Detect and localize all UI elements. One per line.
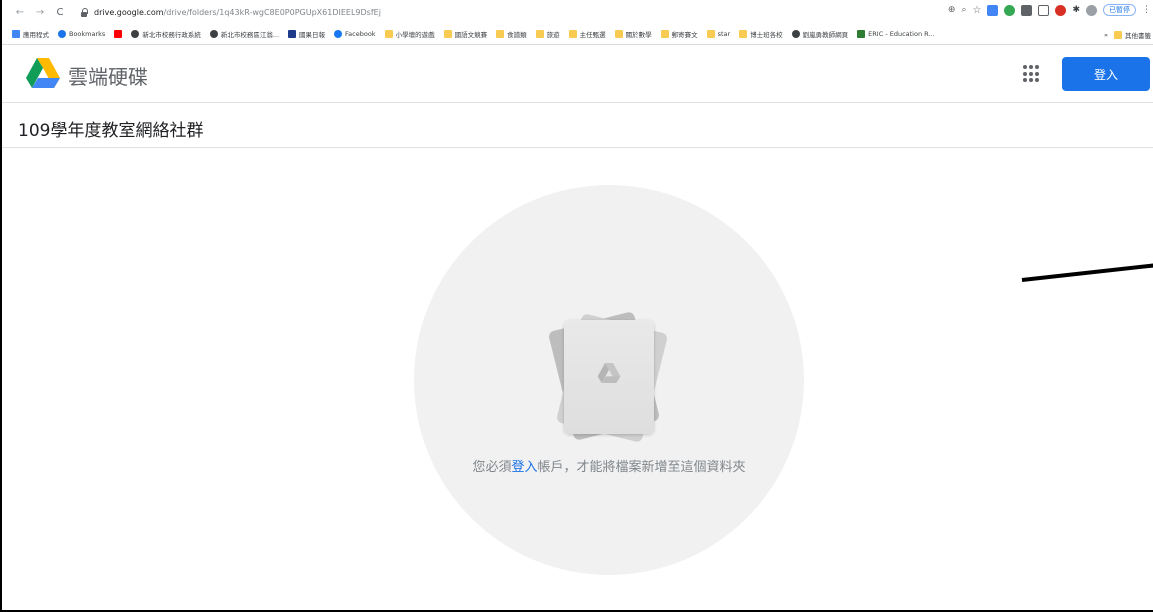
youtube-icon — [114, 30, 123, 38]
bookmark-label: ERIC - Education R... — [868, 30, 935, 38]
folder-icon — [660, 30, 669, 38]
newspaper-icon — [288, 30, 297, 38]
folder-icon — [1114, 30, 1122, 39]
folder-icon — [706, 30, 715, 38]
bookmark-item[interactable]: 郵寄賽文 — [660, 29, 698, 39]
browser-toolbar-right: ⊕ ⌕ ☆ ✱ 已暫停 ⋮ — [948, 4, 1151, 16]
other-bookmarks-label: 其他書籤 — [1125, 31, 1151, 40]
google-drive-logo-icon[interactable] — [26, 58, 60, 88]
folder-icon — [568, 30, 577, 38]
back-arrow-icon[interactable]: ← — [14, 7, 26, 18]
bookmark-label: 食譜類 — [507, 31, 527, 39]
bookmarks-more-button[interactable]: » — [1104, 31, 1108, 39]
globe-icon — [791, 30, 800, 38]
lock-icon — [80, 7, 88, 17]
bookmark-item[interactable]: 國語文競賽 — [443, 29, 488, 39]
bookmark-item[interactable] — [114, 30, 123, 38]
screenshot-frame: ← → C drive.google.com/drive/folders/1q4… — [0, 0, 1153, 612]
extension-outline-icon[interactable] — [1038, 4, 1050, 16]
google-apps-grid-icon[interactable] — [1023, 65, 1041, 83]
bookmark-label: 新北市校務行政系統 — [142, 31, 201, 39]
star-icon — [58, 30, 66, 38]
bookmark-label: 劉嵐勇教師網頁 — [802, 31, 849, 39]
facebook-icon — [334, 30, 343, 38]
apps-icon — [12, 30, 20, 38]
folder-icon — [496, 30, 505, 38]
bookmark-item[interactable]: 劉嵐勇教師網頁 — [791, 29, 849, 39]
location-icon[interactable]: ⊕ — [948, 5, 956, 15]
other-bookmarks-button[interactable]: 其他書籤 — [1114, 30, 1151, 40]
empty-msg-suffix: 帳戶，才能將檔案新增至這個資料夾 — [537, 460, 746, 475]
bookmark-item[interactable]: 應用程式 — [12, 29, 49, 39]
bookmark-item[interactable]: 主任甄選 — [568, 29, 606, 39]
url-path: /drive/folders/1q43kR-wgC8E0P0PGUpX61DIE… — [163, 7, 381, 17]
browser-nav: ← → C — [14, 7, 66, 18]
bookmark-item[interactable]: Facebook — [334, 30, 376, 38]
globe-icon — [209, 30, 218, 38]
bookmark-item[interactable]: 食譜類 — [496, 29, 527, 39]
bookmark-item[interactable]: 博士班各校 — [739, 29, 783, 39]
bookmarks-overflow: » 其他書籤 — [1104, 24, 1153, 44]
extension-red-icon[interactable] — [1055, 4, 1067, 16]
bookmark-label: Facebook — [345, 30, 376, 38]
zoom-icon[interactable]: ⌕ — [961, 5, 966, 15]
url-field[interactable]: drive.google.com/drive/folders/1q43kR-wg… — [94, 8, 381, 17]
bookmark-label: star — [717, 30, 731, 38]
bookmark-label: 國果日報 — [299, 31, 326, 39]
bookmark-star-icon[interactable]: ☆ — [972, 5, 981, 16]
bookmark-label: Bookmarks — [69, 30, 106, 38]
bookmark-label: 主任甄選 — [579, 31, 606, 39]
sign-in-button[interactable]: 登入 — [1062, 57, 1150, 91]
folder-icon — [384, 30, 393, 38]
drive-header: 雲端硬碟 登入 — [2, 45, 1153, 103]
bookmark-label: 關於數學 — [625, 31, 652, 39]
bookmark-item[interactable]: 新北市校務區江翁... — [209, 29, 280, 39]
bookmark-label: 國語文競賽 — [454, 31, 488, 39]
avatar[interactable] — [1086, 4, 1097, 16]
puzzle-icon[interactable]: ✱ — [1072, 5, 1080, 15]
forward-arrow-icon[interactable]: → — [34, 7, 46, 18]
bookmark-label: 應用程式 — [23, 31, 49, 39]
menu-dots-icon[interactable]: ⋮ — [1142, 5, 1151, 15]
bookmark-label: 新北市校務區江翁... — [220, 31, 280, 39]
drive-watermark-icon — [597, 363, 621, 383]
bookmark-item[interactable]: 小學壇的遊戲 — [384, 29, 435, 39]
folder-icon — [739, 30, 748, 38]
reload-icon[interactable]: C — [54, 7, 66, 18]
bookmark-label: 郵寄賽文 — [671, 31, 698, 39]
bookmarks-bar: 應用程式 Bookmarks 新北市校務行政系統 新北市校務區江翁... 國果日報 Fac… — [2, 24, 1153, 45]
bookmark-label: 旅遊 — [546, 31, 560, 39]
empty-msg-prefix: 您必須 — [472, 460, 512, 475]
bookmark-item[interactable]: 旅遊 — [535, 29, 560, 39]
divider — [2, 147, 1153, 148]
bookmark-item[interactable]: 新北市校務行政系統 — [131, 29, 201, 39]
extension-gray-icon[interactable] — [1021, 4, 1033, 16]
folder-title: 109學年度教室網絡社群 — [18, 121, 204, 141]
bookmark-label: 小學壇的遊戲 — [395, 31, 435, 39]
globe-icon — [131, 30, 140, 38]
annotation-line — [1021, 263, 1153, 282]
empty-state-message: 您必須登入帳戶，才能將檔案新增至這個資料夾 — [414, 456, 804, 475]
extension-translate-icon[interactable] — [987, 4, 999, 16]
folder-icon — [443, 30, 452, 38]
bookmark-item[interactable]: ERIC - Education R... — [857, 30, 935, 38]
bookmark-item[interactable]: 關於數學 — [614, 29, 652, 39]
bookmark-item[interactable]: 國果日報 — [288, 29, 325, 39]
url-host: drive.google.com — [94, 7, 164, 17]
folder-icon — [614, 30, 623, 38]
sign-in-link[interactable]: 登入 — [511, 460, 537, 475]
eric-icon — [857, 30, 866, 38]
extension-green-icon[interactable] — [1004, 4, 1016, 16]
browser-address-bar: ← → C drive.google.com/drive/folders/1q4… — [2, 0, 1153, 24]
profile-status-badge[interactable]: 已暫停 — [1103, 4, 1136, 16]
folder-icon — [535, 30, 544, 38]
bookmark-item[interactable]: Bookmarks — [58, 30, 105, 38]
bookmark-label: 博士班各校 — [750, 31, 783, 39]
bookmark-item[interactable]: star — [706, 30, 731, 38]
brand-title[interactable]: 雲端硬碟 — [68, 61, 148, 90]
